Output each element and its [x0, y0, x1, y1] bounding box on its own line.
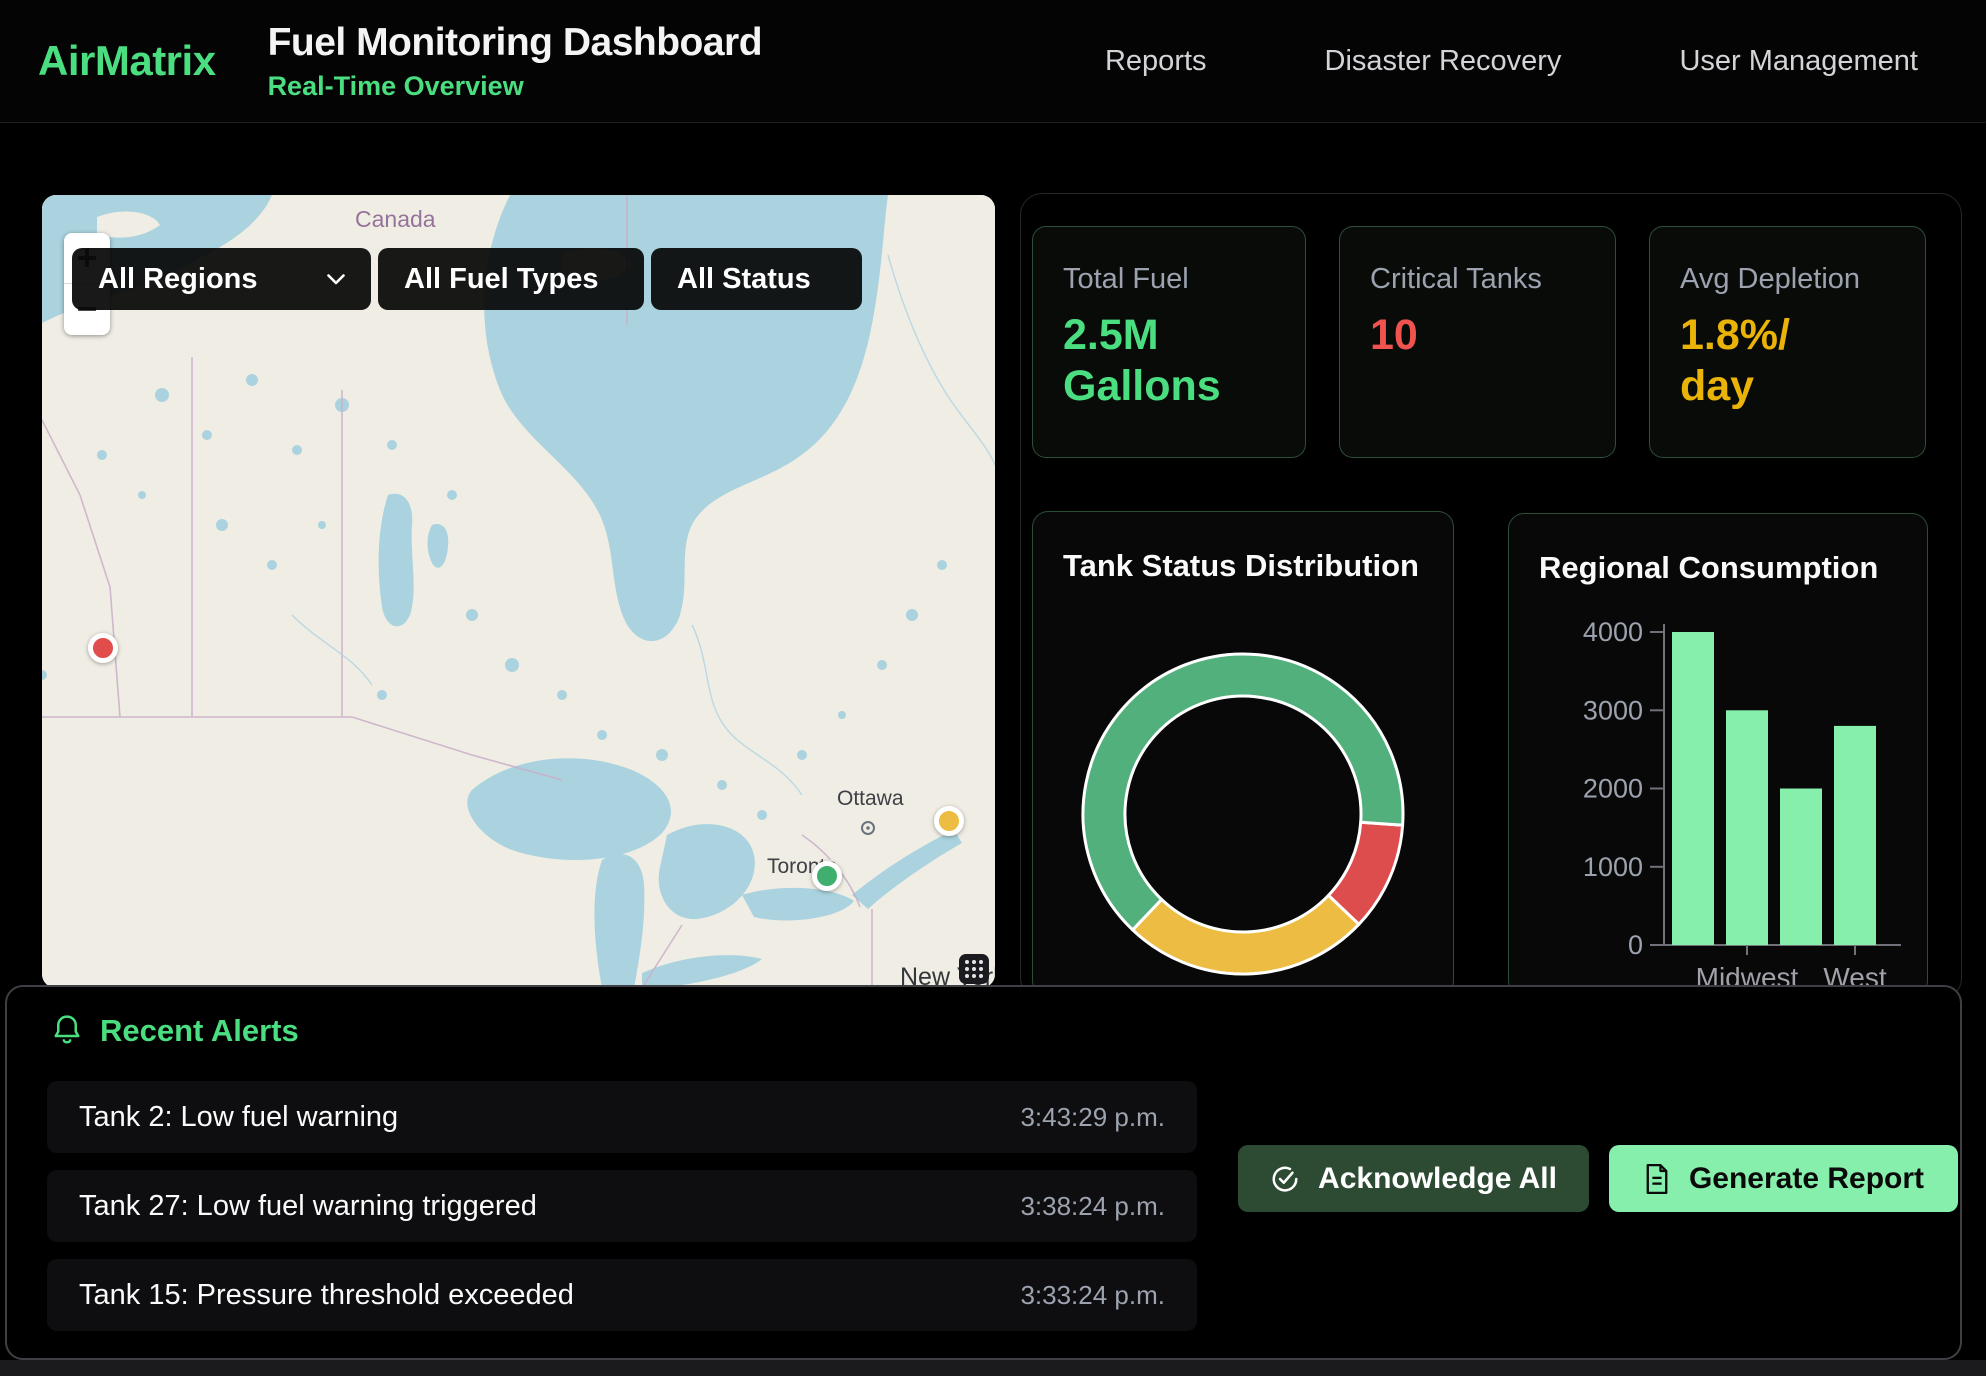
- stat-card-avg-depletion: Avg Depletion 1.8%/day: [1649, 226, 1926, 458]
- svg-text:4000: 4000: [1583, 617, 1643, 647]
- svg-text:1000: 1000: [1583, 852, 1643, 882]
- stat-card-total-fuel: Total Fuel 2.5MGallons: [1032, 226, 1306, 458]
- generate-report-label: Generate Report: [1689, 1162, 1924, 1196]
- map-canvas[interactable]: Canada Ottawa Toronto New York: [42, 195, 995, 988]
- bar-3: [1834, 726, 1876, 945]
- acknowledge-all-button[interactable]: Acknowledge All: [1238, 1145, 1589, 1212]
- alert-timestamp: 3:38:24 p.m.: [1020, 1191, 1165, 1222]
- donut-slice-warning: [1133, 895, 1359, 974]
- svg-text:3000: 3000: [1583, 695, 1643, 725]
- top-nav: Reports Disaster Recovery User Managemen…: [1105, 45, 1986, 78]
- fuel-type-filter-select[interactable]: All Fuel Types: [378, 248, 644, 310]
- stat-label: Avg Depletion: [1680, 263, 1895, 296]
- nav-item-reports[interactable]: Reports: [1105, 45, 1207, 78]
- bar-2: [1780, 789, 1822, 946]
- map-label-ottawa: Ottawa: [837, 787, 904, 810]
- stat-value: 2.5MGallons: [1063, 310, 1275, 411]
- fuel-type-filter-value: All Fuel Types: [404, 263, 598, 296]
- recent-alerts-panel: Recent Alerts Tank 2: Low fuel warning 3…: [5, 985, 1962, 1360]
- alert-row: Tank 2: Low fuel warning 3:43:29 p.m.: [47, 1081, 1197, 1153]
- chevron-down-icon: [327, 274, 345, 285]
- tank-marker-warning[interactable]: [934, 806, 964, 836]
- bar-0: [1672, 632, 1714, 945]
- tank-marker-normal[interactable]: [812, 861, 842, 891]
- bar-chart: 01000200030004000MidwestWest: [1509, 514, 1929, 996]
- check-circle-icon: [1270, 1164, 1300, 1194]
- alert-row: Tank 15: Pressure threshold exceeded 3:3…: [47, 1259, 1197, 1331]
- acknowledge-all-label: Acknowledge All: [1318, 1162, 1557, 1196]
- alert-message: Tank 2: Low fuel warning: [79, 1101, 398, 1134]
- title-block: Fuel Monitoring Dashboard Real-Time Over…: [268, 21, 762, 102]
- generate-report-button[interactable]: Generate Report: [1609, 1145, 1958, 1212]
- page-subtitle: Real-Time Overview: [268, 71, 762, 102]
- nav-item-user-management[interactable]: User Management: [1679, 45, 1918, 78]
- app-header: AirMatrix Fuel Monitoring Dashboard Real…: [0, 0, 1986, 123]
- alert-timestamp: 3:33:24 p.m.: [1020, 1280, 1165, 1311]
- alerts-header: Recent Alerts: [52, 1013, 299, 1049]
- alerts-section-title: Recent Alerts: [100, 1013, 299, 1049]
- nav-item-disaster-recovery[interactable]: Disaster Recovery: [1325, 45, 1562, 78]
- stat-value: 10: [1370, 310, 1585, 361]
- tank-status-card: Tank Status Distribution: [1032, 511, 1454, 997]
- bell-icon: [52, 1014, 82, 1048]
- brand-logo: AirMatrix: [0, 37, 216, 85]
- region-filter-select[interactable]: All Regions: [72, 248, 371, 310]
- bar-1: [1726, 710, 1768, 945]
- regional-consumption-card: Regional Consumption 01000200030004000Mi…: [1508, 513, 1928, 997]
- map-panel[interactable]: Canada Ottawa Toronto New York + − All R…: [42, 195, 995, 988]
- stat-label: Critical Tanks: [1370, 263, 1585, 296]
- stat-value: 1.8%/day: [1680, 310, 1895, 411]
- metrics-panel: Total Fuel 2.5MGallons Critical Tanks 10…: [1020, 193, 1962, 1000]
- page-title: Fuel Monitoring Dashboard: [268, 21, 762, 65]
- alert-row: Tank 27: Low fuel warning triggered 3:38…: [47, 1170, 1197, 1242]
- status-filter-value: All Status: [677, 263, 811, 296]
- donut-chart: [1033, 512, 1455, 996]
- map-label-canada: Canada: [355, 206, 436, 232]
- document-icon: [1643, 1164, 1671, 1194]
- alert-message: Tank 15: Pressure threshold exceeded: [79, 1279, 574, 1312]
- footer-strip: [0, 1360, 1986, 1376]
- alert-timestamp: 3:43:29 p.m.: [1020, 1102, 1165, 1133]
- svg-text:2000: 2000: [1583, 774, 1643, 804]
- alert-message: Tank 27: Low fuel warning triggered: [79, 1190, 537, 1223]
- status-filter-select[interactable]: All Status: [651, 248, 862, 310]
- stat-card-critical-tanks: Critical Tanks 10: [1339, 226, 1616, 458]
- resize-grip-handle[interactable]: [959, 954, 989, 984]
- dashboard-page: AirMatrix Fuel Monitoring Dashboard Real…: [0, 0, 1986, 1376]
- map-filters: All Regions All Fuel Types All Status: [72, 248, 862, 310]
- svg-text:0: 0: [1628, 930, 1643, 960]
- stat-label: Total Fuel: [1063, 263, 1275, 296]
- tank-marker-critical[interactable]: [88, 633, 118, 663]
- region-filter-value: All Regions: [98, 263, 258, 296]
